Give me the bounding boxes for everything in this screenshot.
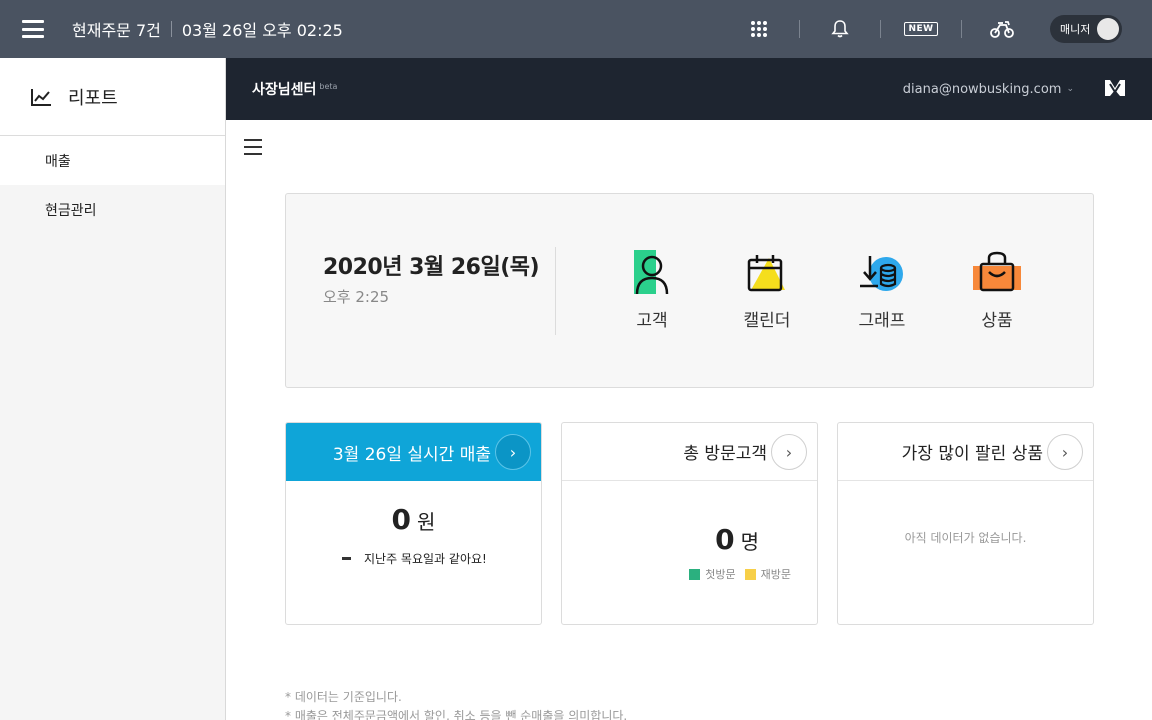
sales-amount: 0원 xyxy=(286,503,541,536)
line-chart-icon xyxy=(31,88,51,106)
product-bag-icon xyxy=(973,251,1021,292)
owner-center-title[interactable]: 사장님센터 beta xyxy=(252,79,337,99)
legend-swatch xyxy=(744,568,756,580)
shortcut-label: 고객 xyxy=(636,311,668,331)
owner-center-header: 사장님센터 beta diana@nowbusking.com ⌄ xyxy=(226,58,1152,120)
top-products-card: 가장 많이 팔린 상품 › 아직 데이터가 없습니다. xyxy=(837,422,1094,625)
sales-detail-button[interactable]: › xyxy=(495,434,531,470)
summary-date: 2020년 3월 26일(목) xyxy=(323,255,540,280)
brand-logo-icon xyxy=(1105,80,1125,96)
manager-mode-toggle[interactable]: 매니저 xyxy=(1050,15,1122,43)
sidebar-header: 리포트 xyxy=(0,58,225,136)
empty-state-text: 아직 데이터가 없습니다. xyxy=(904,531,1027,545)
legend-item-first-visit: 첫방문 xyxy=(689,566,736,582)
manager-toggle-label: 매니저 xyxy=(1060,23,1091,36)
shortcut-customer[interactable]: 고객 xyxy=(612,250,692,331)
new-notice-icon[interactable]: NEW xyxy=(881,0,961,58)
comparison-text: 지난주 목요일과 같아요! xyxy=(364,552,487,566)
card-header: 가장 많이 팔린 상품 › xyxy=(838,423,1093,481)
divider xyxy=(555,247,556,335)
card-title: 3월 26일 실시간 매출 xyxy=(332,444,491,465)
sidebar-item-label: 매출 xyxy=(45,153,71,170)
realtime-sales-card: 3월 26일 실시간 매출 › 0원 지난주 목요일과 같아요! xyxy=(285,422,542,625)
customer-icon xyxy=(634,250,669,295)
current-datetime: 03월 26일 오후 02:25 xyxy=(181,21,343,40)
sidebar-title: 리포트 xyxy=(68,87,118,109)
footnotes: * 데이터는 기준입니다. * 매출은 전체주문금액에서 할인, 취소 등을 뺀… xyxy=(285,688,627,720)
legend-swatch xyxy=(689,568,701,580)
visitor-unit: 명 xyxy=(740,530,759,554)
footnote: * 매출은 전체주문금액에서 할인, 취소 등을 뺀 순매출을 의미합니다. xyxy=(285,709,628,720)
new-badge: NEW xyxy=(904,22,938,36)
visitor-value: 0 xyxy=(715,523,735,556)
apps-grid-icon[interactable] xyxy=(719,0,799,58)
graph-icon xyxy=(860,256,903,291)
shortcut-label: 캘린더 xyxy=(743,311,791,331)
card-header: 총 방문고객 › xyxy=(562,423,817,481)
owner-center-title-text: 사장님센터 xyxy=(252,82,317,98)
shortcut-graph[interactable]: 그래프 xyxy=(842,250,922,331)
visitor-count: 0명 xyxy=(715,523,759,556)
legend-item-revisit: 재방문 xyxy=(744,566,791,582)
card-title: 총 방문고객 xyxy=(683,444,767,464)
shortcut-label: 그래프 xyxy=(858,311,906,331)
current-orders-count[interactable]: 현재주문 7건 xyxy=(72,17,161,41)
card-header: 3월 26일 실시간 매출 › xyxy=(286,423,541,481)
sidebar-item-sales[interactable]: 매출 xyxy=(0,136,225,185)
legend-label: 첫방문 xyxy=(705,568,736,581)
no-change-icon xyxy=(342,557,351,560)
calendar-icon xyxy=(747,255,785,292)
sidebar-item-label: 현금관리 xyxy=(45,202,97,219)
divider xyxy=(170,21,172,37)
content-menu-icon[interactable] xyxy=(244,139,262,155)
account-email: diana@nowbusking.com xyxy=(902,81,1062,97)
total-visitors-card: 총 방문고객 › 0명 첫방문 재방문 xyxy=(561,422,818,625)
top-bar: 현재주문 7건 03월 26일 오후 02:25 NEW 매니저 xyxy=(0,0,1152,58)
bell-icon[interactable] xyxy=(800,0,880,58)
delivery-scooter-icon[interactable] xyxy=(962,0,1042,58)
sales-value: 0 xyxy=(391,503,412,536)
chevron-down-icon: ⌄ xyxy=(1066,84,1074,94)
main-menu-icon[interactable] xyxy=(22,20,44,38)
footnote: * 데이터는 기준입니다. xyxy=(285,690,402,704)
visitor-legend: 첫방문 재방문 xyxy=(680,566,791,582)
shortcut-label: 상품 xyxy=(981,311,1013,331)
date-summary-card: 2020년 3월 26일(목) 오후 2:25 고객 캘린더 그래프 상품 xyxy=(285,193,1094,388)
toggle-knob xyxy=(1097,18,1119,40)
beta-label: beta xyxy=(319,82,338,91)
shortcut-calendar[interactable]: 캘린더 xyxy=(727,250,807,331)
sidebar: 리포트 매출 현금관리 xyxy=(0,58,226,720)
card-title: 가장 많이 팔린 상품 xyxy=(901,444,1043,464)
sales-unit: 원 xyxy=(417,510,436,534)
legend-label: 재방문 xyxy=(760,568,791,581)
shortcut-product[interactable]: 상품 xyxy=(957,250,1037,331)
visitors-detail-button[interactable]: › xyxy=(771,434,807,470)
sidebar-item-cash-management[interactable]: 현금관리 xyxy=(0,185,225,234)
summary-time: 오후 2:25 xyxy=(323,288,390,306)
top-products-detail-button[interactable]: › xyxy=(1047,434,1083,470)
sales-comparison: 지난주 목요일과 같아요! xyxy=(342,550,487,567)
account-dropdown[interactable]: diana@nowbusking.com ⌄ xyxy=(903,82,1074,97)
